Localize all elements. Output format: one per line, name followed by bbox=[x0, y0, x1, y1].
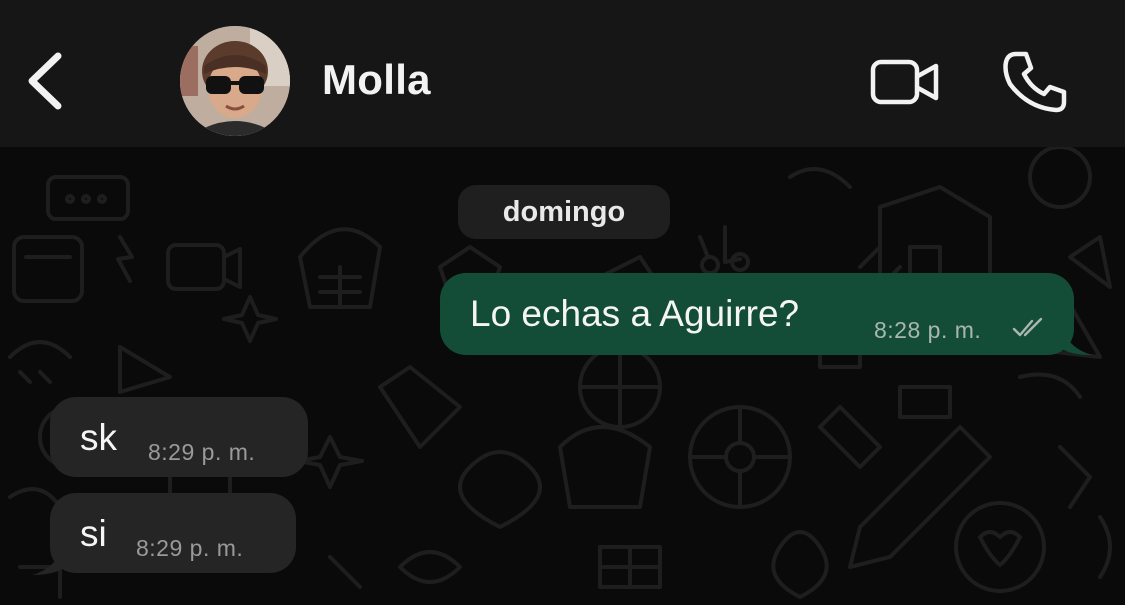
video-call-button[interactable] bbox=[868, 54, 942, 110]
message-timestamp: 8:29 p. m. bbox=[148, 439, 256, 465]
message-timestamp: 8:28 p. m. bbox=[874, 317, 982, 343]
chevron-left-icon bbox=[28, 52, 62, 110]
date-separator: domingo bbox=[458, 185, 670, 239]
conversation-area[interactable]: domingo Lo echas a Aguirre? 8:28 p. m. s… bbox=[0, 147, 1125, 605]
message-text: Lo echas a Aguirre? bbox=[470, 293, 800, 334]
outgoing-message[interactable]: Lo echas a Aguirre? 8:28 p. m. bbox=[440, 273, 1074, 355]
voice-call-button[interactable] bbox=[998, 48, 1072, 116]
incoming-message[interactable]: sk 8:29 p. m. bbox=[50, 397, 308, 477]
back-button[interactable] bbox=[22, 48, 72, 114]
message-text: sk bbox=[80, 417, 117, 458]
avatar[interactable] bbox=[180, 26, 290, 136]
video-camera-icon bbox=[870, 59, 939, 105]
message-timestamp: 8:29 p. m. bbox=[136, 535, 244, 561]
chat-header: Molla bbox=[0, 0, 1125, 147]
phone-icon bbox=[1003, 51, 1067, 113]
incoming-message[interactable]: si 8:29 p. m. bbox=[50, 493, 296, 573]
avatar-image bbox=[180, 26, 290, 136]
bubble-tail bbox=[1062, 329, 1092, 355]
bubble-tail bbox=[32, 549, 62, 575]
contact-name[interactable]: Molla bbox=[322, 56, 431, 104]
double-check-icon bbox=[1012, 317, 1043, 337]
message-text: si bbox=[80, 513, 107, 554]
